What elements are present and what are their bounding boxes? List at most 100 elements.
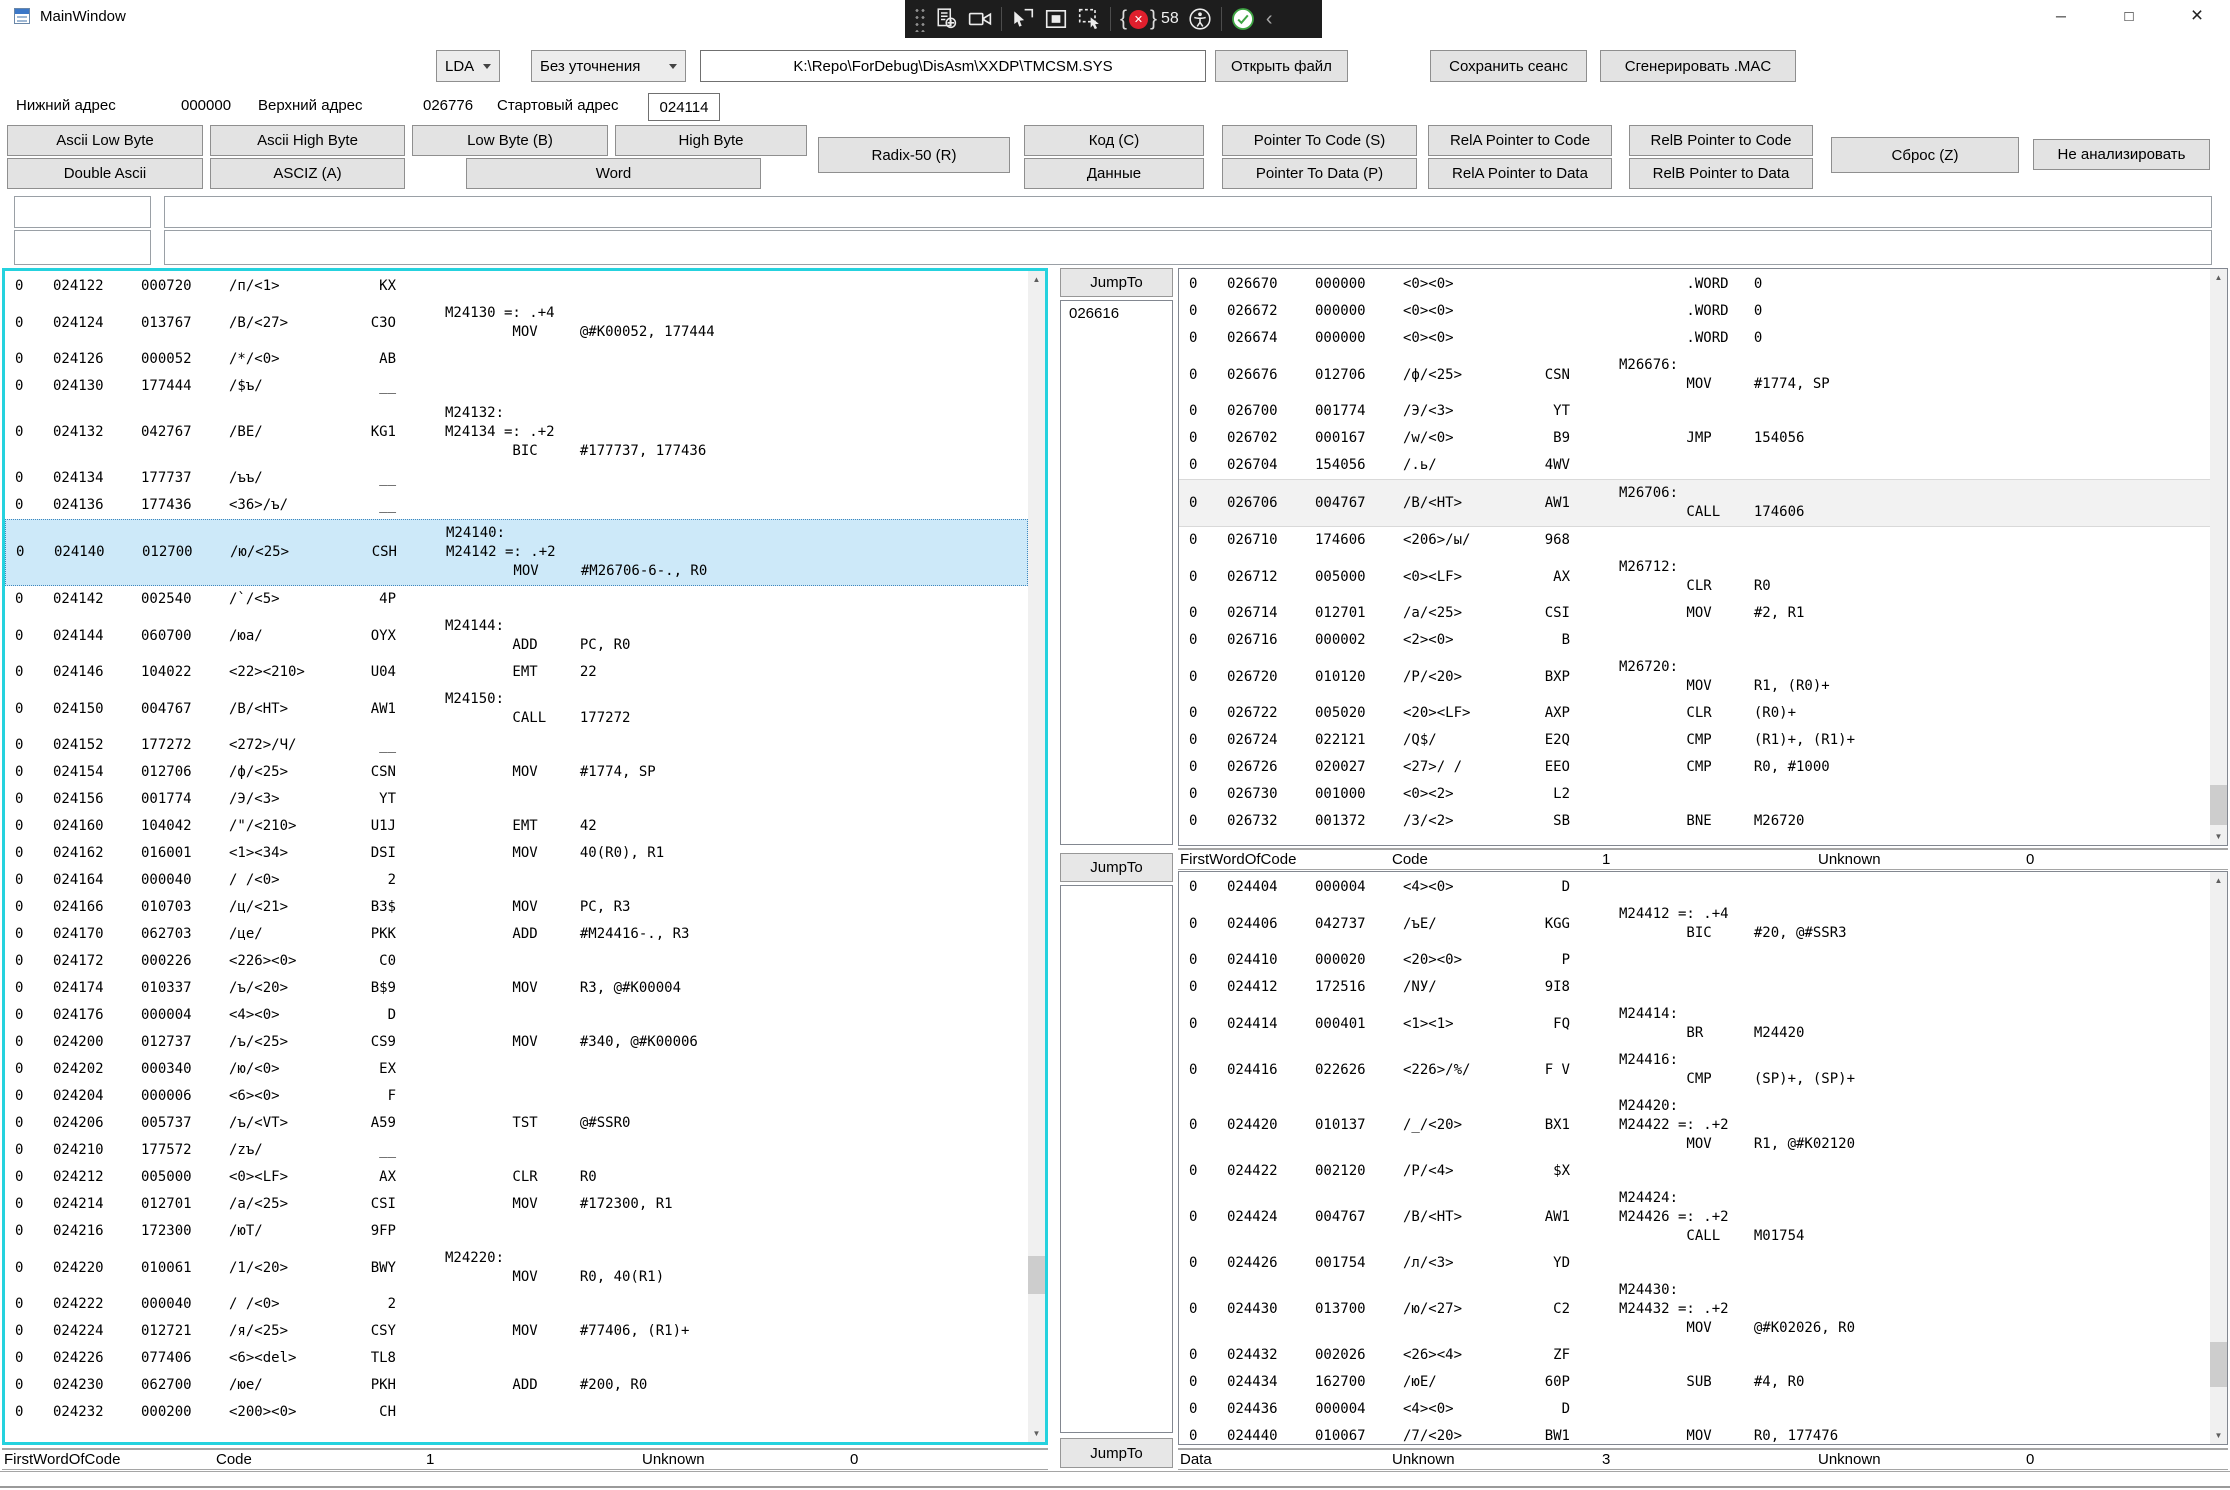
aux-box-wide-1[interactable] xyxy=(164,196,2212,228)
listing-row[interactable]: 0024162016001<1><34>DSI MOV 40(R0), R1 xyxy=(5,840,1028,867)
asciz-button[interactable]: ASCIZ (A) xyxy=(210,158,405,189)
radix50-button[interactable]: Radix-50 (R) xyxy=(818,137,1010,173)
aux-box-left-2[interactable] xyxy=(14,230,151,265)
scroll-up-icon[interactable]: ▲ xyxy=(2210,269,2227,286)
listing-row[interactable]: 0024140012700/ю/<25>CSHM24140: M24142 =:… xyxy=(5,519,1028,586)
aux-box-left-1[interactable] xyxy=(14,196,151,228)
right-bottom-scrollbar[interactable]: ▲ ▼ xyxy=(2210,872,2227,1444)
listing-row[interactable]: 0024426001754/л/<3>YD xyxy=(1179,1250,2210,1277)
listing-row[interactable]: 0026714012701/а/<25>CSI MOV #2, R1 xyxy=(1179,600,2210,627)
listing-row[interactable]: 0024130177444/$ъ/__ xyxy=(5,373,1028,400)
listing-row[interactable]: 0024164000040/ /<0>2 xyxy=(5,867,1028,894)
listing-row[interactable]: 0026674000000<0><0> .WORD 0 xyxy=(1179,325,2210,352)
save-session-button[interactable]: Сохранить сеанс xyxy=(1430,50,1587,82)
reset-button[interactable]: Сброс (Z) xyxy=(1831,137,2019,173)
listing-row[interactable]: 0024414000401<1><1>FQM24414: BR M24420 xyxy=(1179,1001,2210,1047)
camera-icon[interactable] xyxy=(968,7,992,31)
jumpto-button-bottom[interactable]: JumpTo xyxy=(1060,1438,1173,1468)
listing-row[interactable]: 0024404000004<4><0>D xyxy=(1179,874,2210,901)
scroll-up-icon[interactable]: ▲ xyxy=(1028,271,1045,288)
left-scrollbar[interactable]: ▲ ▼ xyxy=(1028,271,1045,1442)
jumpto-list-mid[interactable] xyxy=(1060,885,1173,1433)
listing-row[interactable]: 0024166010703/ц/<21>B3$ MOV PC, R3 xyxy=(5,894,1028,921)
pointer-to-code-button[interactable]: Pointer To Code (S) xyxy=(1222,125,1417,156)
close-button[interactable]: × xyxy=(2166,0,2228,32)
listing-row[interactable]: 0024226077406<6><del>TL8 xyxy=(5,1345,1028,1372)
listing-row[interactable]: 0024144060700/юа/OYXM24144: ADD PC, R0 xyxy=(5,613,1028,659)
cursor-capture-icon[interactable] xyxy=(1011,7,1035,31)
listing-row[interactable]: 0026672000000<0><0> .WORD 0 xyxy=(1179,298,2210,325)
listing-row[interactable]: 0026724022121/Q$/E2Q CMP (R1)+, (R1)+ xyxy=(1179,727,2210,754)
listing-row[interactable]: 0024230062700/юе/PKH ADD #200, R0 xyxy=(5,1372,1028,1399)
code-button[interactable]: Код (C) xyxy=(1024,125,1204,156)
relb-pointer-code-button[interactable]: RelB Pointer to Code xyxy=(1629,125,1813,156)
listing-row[interactable]: 0026710174606<206>/ы/968 xyxy=(1179,527,2210,554)
collapse-chevron-icon[interactable]: ‹ xyxy=(1266,8,1273,31)
jumpto-button-mid[interactable]: JumpTo xyxy=(1060,853,1173,882)
listing-row[interactable]: 0024440010067/7/<20>BW1 MOV R0, 177476 xyxy=(1179,1423,2210,1444)
listing-row[interactable]: 0024142002540/`/<5>4P xyxy=(5,586,1028,613)
listing-row[interactable]: 0024432002026<26><4>ZF xyxy=(1179,1342,2210,1369)
listing-row[interactable]: 0024206005737/ъ/<VT>A59 TST @#SSR0 xyxy=(5,1110,1028,1137)
listing-row[interactable]: 0026700001774/Э/<3>YT xyxy=(1179,398,2210,425)
listing-row[interactable]: 0026726020027<27>/ /EEO CMP R0, #1000 xyxy=(1179,754,2210,781)
listing-row[interactable]: 0024424004767/В/<HT>AW1M24424: M24426 =:… xyxy=(1179,1185,2210,1250)
right-top-scrollbar[interactable]: ▲ ▼ xyxy=(2210,269,2227,845)
rela-pointer-code-button[interactable]: RelA Pointer to Code xyxy=(1428,125,1612,156)
listing-row[interactable]: 0026730001000<0><2>L2 xyxy=(1179,781,2210,808)
listing-row[interactable]: 0026712005000<0><LF>AXM26712: CLR R0 xyxy=(1179,554,2210,600)
ascii-low-byte-button[interactable]: Ascii Low Byte xyxy=(7,125,203,156)
jumpto-list-top[interactable]: 026616 xyxy=(1060,300,1173,845)
listing-row[interactable]: 0024214012701/а/<25>CSI MOV #172300, R1 xyxy=(5,1191,1028,1218)
listing-row[interactable]: 0024420010137/_/<20>BX1M24420: M24422 =:… xyxy=(1179,1093,2210,1158)
listing-row[interactable]: 0024170062703/це/PKK ADD #M24416-., R3 xyxy=(5,921,1028,948)
listing-row[interactable]: 0026670000000<0><0> .WORD 0 xyxy=(1179,271,2210,298)
high-byte-button[interactable]: High Byte xyxy=(615,125,807,156)
scroll-down-icon[interactable]: ▼ xyxy=(1028,1425,1045,1442)
listing-row[interactable]: 0024176000004<4><0>D xyxy=(5,1002,1028,1029)
listing-row[interactable]: 0024220010061/1/<20>BWYM24220: MOV R0, 4… xyxy=(5,1245,1028,1291)
listing-row[interactable]: 0024156001774/Э/<3>YT xyxy=(5,786,1028,813)
listing-row[interactable]: 0026722005020<20><LF>AXP CLR (R0)+ xyxy=(1179,700,2210,727)
listing-row[interactable]: 0024134177737/ъъ/__ xyxy=(5,465,1028,492)
error-count-badge[interactable]: { ✕ } 58 xyxy=(1120,7,1179,31)
listing-row[interactable]: 0024124013767/В/<27>C3OM24130 =: .+4 MOV… xyxy=(5,300,1028,346)
open-file-button[interactable]: Открыть файл xyxy=(1215,50,1348,82)
listing-row[interactable]: 0024216172300/юТ/9FP xyxy=(5,1218,1028,1245)
scroll-thumb[interactable] xyxy=(2210,785,2227,825)
listing-row[interactable]: 0024430013700/ю/<27>C2M24430: M24432 =: … xyxy=(1179,1277,2210,1342)
listing-row[interactable]: 0024126000052/*/<0>AB xyxy=(5,346,1028,373)
listing-row[interactable]: 0024160104042/"/<210>U1J EMT 42 xyxy=(5,813,1028,840)
ascii-high-byte-button[interactable]: Ascii High Byte xyxy=(210,125,405,156)
listing-row[interactable]: 0024436000004<4><0>D xyxy=(1179,1396,2210,1423)
listing-row[interactable]: 0026702000167/w/<0>B9 JMP 154056 xyxy=(1179,425,2210,452)
test-report-icon[interactable] xyxy=(935,7,959,31)
listing-row[interactable]: 0026732001372/З/<2>SB BNE M26720 xyxy=(1179,808,2210,835)
double-ascii-button[interactable]: Double Ascii xyxy=(7,158,203,189)
maximize-button[interactable]: □ xyxy=(2098,0,2160,32)
start-address-input[interactable] xyxy=(648,93,720,121)
grip-handle-icon[interactable] xyxy=(913,6,926,32)
listing-row[interactable]: 0024172000226<226><0>C0 xyxy=(5,948,1028,975)
scroll-thumb[interactable] xyxy=(2210,1342,2227,1387)
listing-row[interactable]: 0024412172516/NУ/9I8 xyxy=(1179,974,2210,1001)
rela-pointer-data-button[interactable]: RelA Pointer to Data xyxy=(1428,158,1612,189)
jumpto-list-item[interactable]: 026616 xyxy=(1061,301,1172,326)
scroll-down-icon[interactable]: ▼ xyxy=(2210,828,2227,845)
listing-row[interactable]: 0024132042767/ВЕ/KG1M24132: M24134 =: .+… xyxy=(5,400,1028,465)
minimize-button[interactable]: ─ xyxy=(2030,0,2092,32)
jumpto-button-top[interactable]: JumpTo xyxy=(1060,268,1173,297)
listing-row[interactable]: 0024212005000<0><LF>AX CLR R0 xyxy=(5,1164,1028,1191)
listing-row[interactable]: 0024174010337/ъ/<20>B$9 MOV R3, @#K00004 xyxy=(5,975,1028,1002)
pointer-to-data-button[interactable]: Pointer To Data (P) xyxy=(1222,158,1417,189)
accessibility-icon[interactable] xyxy=(1188,7,1212,31)
listing-row[interactable]: 0024136177436<36>/ъ/__ xyxy=(5,492,1028,519)
listing-row[interactable]: 0024406042737/ъЕ/KGGM24412 =: .+4 BIC #2… xyxy=(1179,901,2210,947)
listing-row[interactable]: 0024152177272<272>/Ч/__ xyxy=(5,732,1028,759)
listing-row[interactable]: 0024422002120/Р/<4>$X xyxy=(1179,1158,2210,1185)
listing-row[interactable]: 0024410000020<20><0>P xyxy=(1179,947,2210,974)
listing-row[interactable]: 0024434162700/юЕ/60P SUB #4, R0 xyxy=(1179,1369,2210,1396)
listing-row[interactable]: 0026720010120/Р/<20>BXPM26720: MOV R1, (… xyxy=(1179,654,2210,700)
listing-row[interactable]: 0026676012706/ф/<25>CSNM26676: MOV #1774… xyxy=(1179,352,2210,398)
listing-row[interactable]: 0024146104022<22><210>U04 EMT 22 xyxy=(5,659,1028,686)
